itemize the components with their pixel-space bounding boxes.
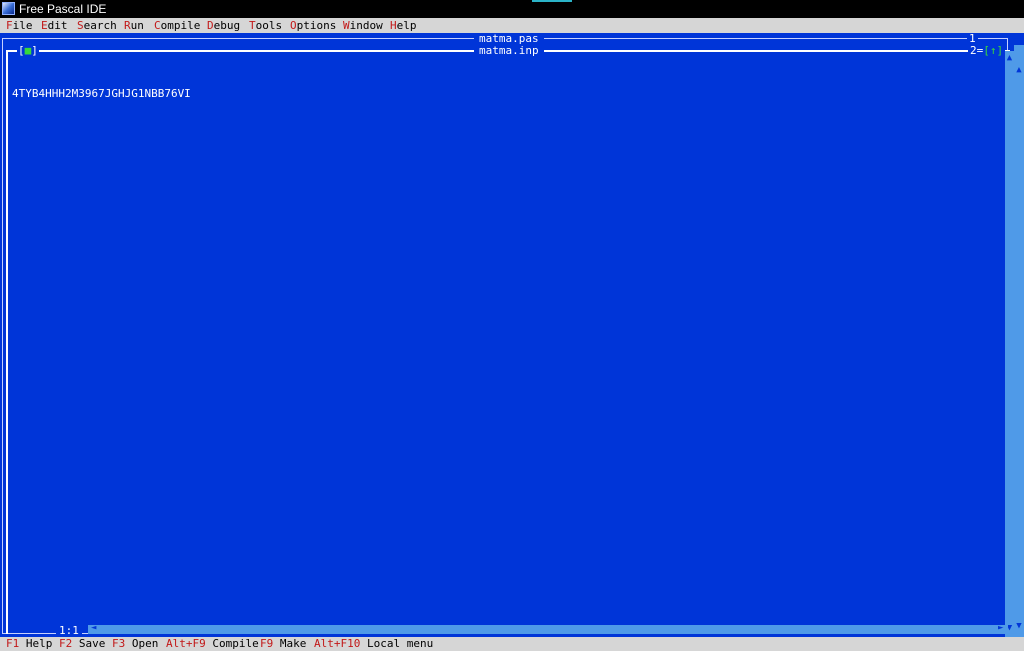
status-help[interactable]: F1 Help: [6, 637, 52, 651]
menu-help[interactable]: Help: [390, 18, 417, 33]
scroll-left-arrow-icon[interactable]: ◄: [91, 623, 96, 633]
status-save[interactable]: F2 Save: [59, 637, 105, 651]
scroll-right-arrow-icon[interactable]: ►: [998, 623, 1003, 633]
menu-options[interactable]: Options: [290, 18, 336, 33]
status-compile[interactable]: Alt+F9 Compile: [166, 637, 259, 651]
status-bar: F1 Help F2 Save F3 Open Alt+F9 Compile F…: [0, 637, 1024, 651]
menu-window[interactable]: Window: [343, 18, 383, 33]
horizontal-scrollbar[interactable]: ◄ ►: [88, 623, 1008, 634]
menu-bar: File Edit Search Run Compile Debug Tools…: [0, 18, 1024, 33]
status-make[interactable]: F9 Make: [260, 637, 306, 651]
outer-scrollbar[interactable]: ▲ ▼: [1014, 45, 1024, 637]
scroll-up-arrow-icon[interactable]: ▲: [1005, 53, 1014, 63]
zoom-box-button[interactable]: [↑]: [983, 44, 1003, 57]
editor-window-active[interactable]: [6, 50, 1010, 634]
active-window-number: 2=[↑]: [968, 44, 1006, 57]
menu-search[interactable]: Search: [77, 18, 117, 33]
editor-line: 4TYB4HHH2M3967JGHJG1NBB76VI: [12, 87, 191, 100]
window-title: Free Pascal IDE: [19, 2, 107, 16]
menu-debug[interactable]: Debug: [207, 18, 240, 33]
editor-text-area[interactable]: 4TYB4HHH2M3967JGHJG1NBB76VI: [12, 61, 191, 126]
app-icon: [2, 2, 15, 15]
active-window-title[interactable]: matma.inp: [474, 45, 544, 57]
outer-scroll-up-icon[interactable]: ▲: [1014, 65, 1024, 75]
close-box-button[interactable]: [■]: [17, 45, 39, 57]
status-open[interactable]: F3 Open: [112, 637, 158, 651]
taskbar-highlight: [532, 0, 572, 2]
menu-run[interactable]: Run: [124, 18, 144, 33]
menu-compile[interactable]: Compile: [154, 18, 200, 33]
outer-scroll-down-icon[interactable]: ▼: [1014, 621, 1024, 631]
vertical-scrollbar[interactable]: ▲ ▼: [1005, 51, 1014, 637]
cursor-position: 1:1: [56, 625, 82, 637]
status-local-menu[interactable]: Alt+F10 Local menu: [314, 637, 433, 651]
menu-file[interactable]: File: [6, 18, 33, 33]
menu-tools[interactable]: Tools: [249, 18, 282, 33]
window-titlebar: Free Pascal IDE: [0, 0, 1024, 18]
ide-desktop: matma.pas 1 [■] matma.inp 2=[↑] 4TYB4HHH…: [0, 33, 1024, 637]
menu-edit[interactable]: Edit: [41, 18, 68, 33]
